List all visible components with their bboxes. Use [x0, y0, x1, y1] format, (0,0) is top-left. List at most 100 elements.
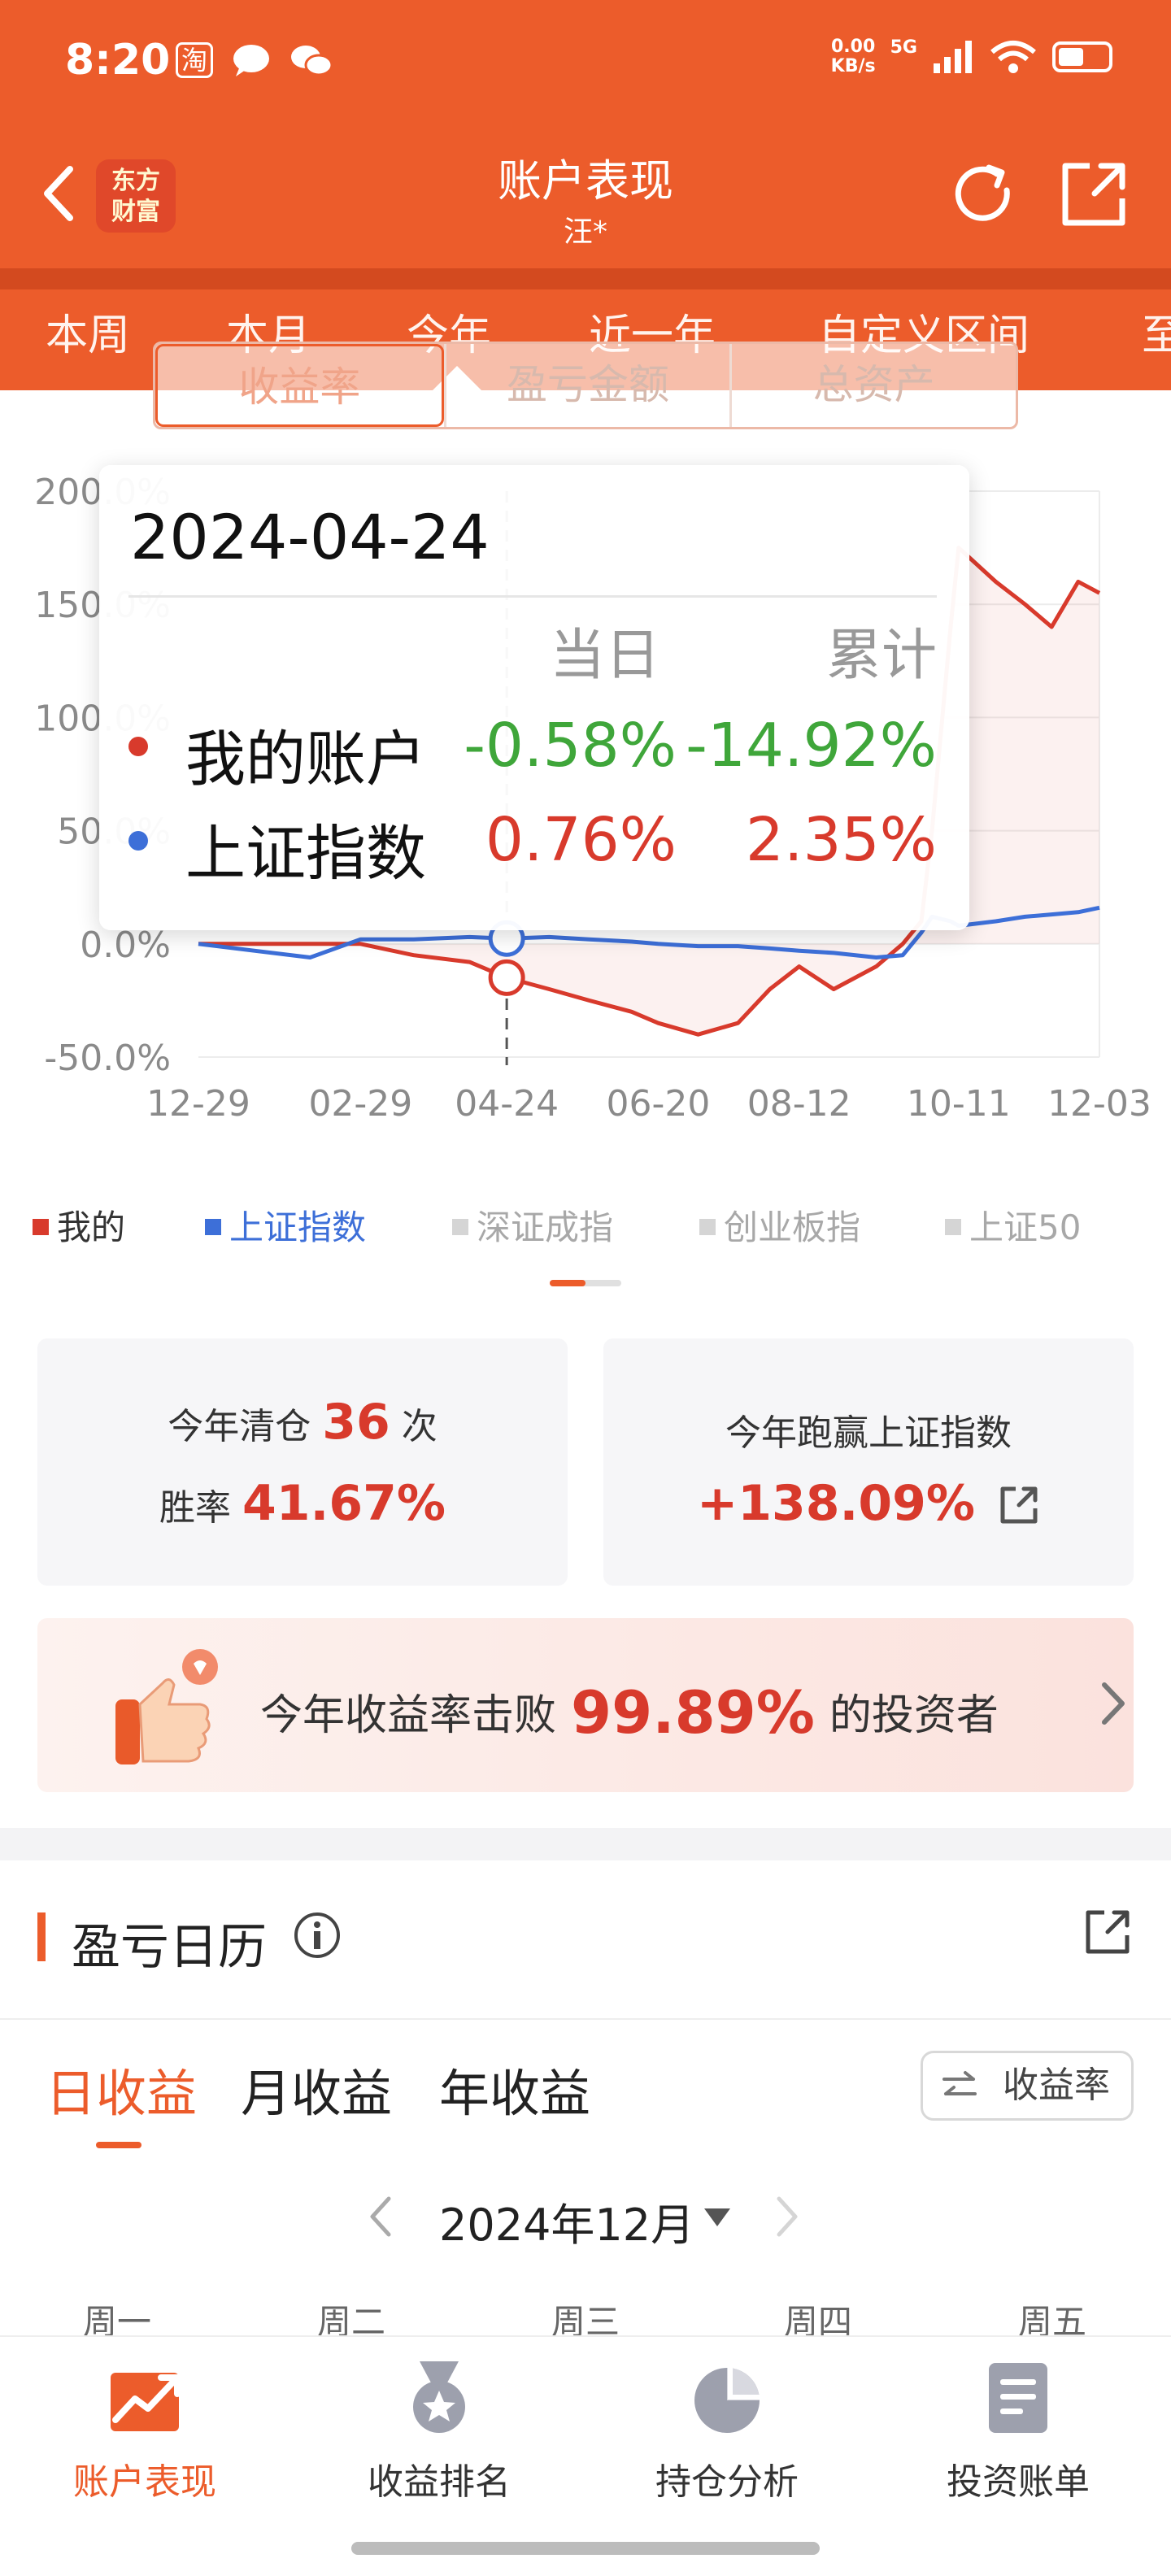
net-speed-value: 0.00: [831, 37, 876, 57]
legend-swatch: [33, 1218, 49, 1235]
trend-chart-icon: [111, 2373, 181, 2431]
nav-account-performance[interactable]: 账户表现: [23, 2356, 267, 2535]
month-selector: 2024年12月: [0, 2179, 1171, 2252]
x-tick-label: 08-12: [747, 1083, 851, 1125]
nav-earnings-ranking[interactable]: 收益排名: [317, 2356, 561, 2535]
calendar-header: 盈亏日历: [0, 1860, 1171, 2020]
tooltip-date: 2024-04-24: [130, 501, 490, 573]
legend-label: 深证成指: [477, 1208, 614, 1247]
chevron-right-icon[interactable]: [771, 2192, 803, 2241]
section-accent-bar: [37, 1912, 46, 1961]
beat-investors-text: 今年收益率击败 99.89% 的投资者: [260, 1675, 999, 1747]
signal-icon: [934, 41, 972, 73]
external-link-icon[interactable]: [998, 1484, 1040, 1526]
chart-legend: 我的 上证指数 深证成指 创业板指 上证50: [33, 1200, 1138, 1249]
refresh-icon[interactable]: [947, 158, 1020, 231]
crosshair-marker-0: [488, 959, 525, 996]
nav-investment-bill[interactable]: 投资账单: [896, 2356, 1140, 2535]
clear-count-value: 36: [322, 1394, 390, 1451]
metric-return-rate[interactable]: 收益率: [155, 344, 444, 427]
beat-index-label: 今年跑赢上证指数: [725, 1412, 1012, 1454]
legend-item-mine[interactable]: 我的: [33, 1200, 125, 1250]
beat-index-card[interactable]: 今年跑赢上证指数 +138.09%: [603, 1338, 1134, 1586]
tooltip-divider: [128, 595, 937, 598]
tab-this-week[interactable]: 本周: [46, 301, 130, 362]
winrate-line: 胜率 41.67%: [37, 1475, 568, 1532]
net-speed-unit: KB/s: [830, 56, 876, 76]
clear-count-line: 今年清仓 36 次: [37, 1394, 568, 1451]
swap-icon: [942, 2071, 977, 2095]
legend-label: 我的: [57, 1208, 126, 1247]
status-time: 8:20: [65, 36, 171, 85]
x-tick-label: 12-29: [146, 1083, 250, 1125]
info-icon[interactable]: [293, 1911, 342, 1960]
x-tick-label: 12-03: [1047, 1083, 1151, 1125]
beat-index-value: +138.09%: [697, 1475, 975, 1532]
tab-daily-income[interactable]: 日收益: [46, 2052, 197, 2126]
tooltip-head-day: 当日: [550, 624, 661, 688]
beat-index-line: +138.09%: [603, 1475, 1134, 1532]
legend-label: 创业板指: [724, 1208, 861, 1247]
calendar-title: 盈亏日历: [72, 1919, 267, 1976]
tooltip-row-name: 上证指数: [185, 819, 426, 889]
nav-label: 持仓分析: [655, 2461, 799, 2503]
legend-swatch: [699, 1218, 716, 1235]
clear-position-card: 今年清仓 36 次 胜率 41.67%: [37, 1338, 568, 1586]
sh-index-dot-icon: [128, 831, 148, 851]
section-divider: [0, 1828, 1171, 1860]
legend-item-sse50[interactable]: 上证50: [945, 1200, 1081, 1250]
wechat-icon: [291, 46, 333, 76]
legend-scroll-indicator: [550, 1280, 621, 1286]
tooltip-row-name: 我的账户: [185, 724, 426, 794]
nav-label: 账户表现: [73, 2461, 216, 2503]
legend-item-chinext[interactable]: 创业板指: [699, 1200, 860, 1250]
share-icon[interactable]: [1057, 158, 1130, 231]
message-icon: [233, 45, 270, 76]
chevron-left-icon[interactable]: [364, 2192, 397, 2241]
tooltip-row-sh-index: 上证指数 0.76% 2.35%: [128, 800, 937, 889]
y-tick-label: 0.0%: [80, 925, 171, 966]
status-indicators: 0.00 KB/s 5G: [831, 37, 1112, 76]
chevron-right-icon[interactable]: [1093, 1675, 1134, 1732]
y-tick-label: -50.0%: [44, 1038, 171, 1079]
nav-holding-analysis[interactable]: 持仓分析: [605, 2356, 849, 2535]
share-icon[interactable]: [1082, 1906, 1134, 1958]
clear-count-unit: 次: [401, 1406, 437, 1447]
legend-item-sh-index[interactable]: 上证指数: [205, 1200, 366, 1250]
bill-icon: [989, 2363, 1047, 2433]
month-label[interactable]: 2024年12月: [439, 2189, 694, 2253]
x-tick-label: 04-24: [455, 1083, 559, 1125]
caret-down-icon[interactable]: [703, 2207, 732, 2228]
x-tick-label: 10-11: [907, 1083, 1011, 1125]
chart-tooltip: 2024-04-24 当日 累计 我的账户 -0.58% -14.92% 上证指…: [99, 465, 969, 930]
tooltip-row-day-value: 0.76%: [485, 805, 677, 875]
winrate-label: 胜率: [159, 1487, 232, 1529]
winrate-value: 41.67%: [242, 1475, 446, 1532]
pie-chart-icon: [694, 2365, 763, 2433]
rate-toggle-button[interactable]: 收益率: [921, 2051, 1134, 2121]
tab-overflow[interactable]: 至: [1142, 301, 1171, 362]
thumbs-up-icon: [115, 1649, 218, 1764]
legend-label: 上证指数: [229, 1208, 367, 1247]
beat-suffix: 的投资者: [829, 1691, 999, 1740]
tooltip-row-cumulative-value: 2.35%: [745, 805, 937, 875]
tooltip-row-my-account: 我的账户 -0.58% -14.92%: [128, 706, 937, 794]
network-type: 5G: [890, 37, 917, 58]
legend-swatch: [205, 1218, 221, 1235]
metric-total-assets[interactable]: 总资产: [729, 344, 1016, 427]
legend-swatch: [945, 1218, 961, 1235]
metric-profit-amount[interactable]: 盈亏金额: [443, 344, 730, 427]
beat-investors-banner[interactable]: 今年收益率击败 99.89% 的投资者: [37, 1618, 1134, 1792]
tab-monthly-income[interactable]: 月收益: [241, 2052, 392, 2126]
x-tick-label: 06-20: [607, 1083, 711, 1125]
legend-swatch: [452, 1218, 468, 1235]
legend-item-sz-component[interactable]: 深证成指: [452, 1200, 613, 1250]
battery-icon: [1052, 41, 1112, 72]
my-account-dot-icon: [128, 737, 148, 756]
tab-yearly-income[interactable]: 年收益: [439, 2052, 590, 2126]
clear-count-label: 今年清仓: [168, 1406, 311, 1447]
nav-label: 投资账单: [947, 2461, 1090, 2503]
metric-toggle: 收益率 盈亏金额 总资产: [153, 342, 1018, 429]
legend-label: 上证50: [969, 1208, 1082, 1247]
active-tab-underline: [96, 2142, 141, 2148]
